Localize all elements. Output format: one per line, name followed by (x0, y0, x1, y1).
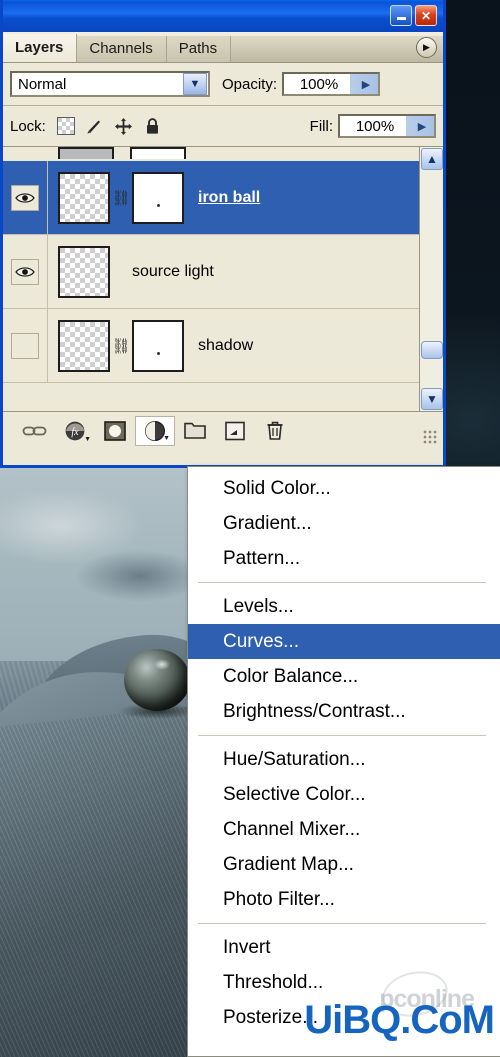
layer-thumbnail[interactable] (58, 171, 110, 224)
menu-item-selective-color[interactable]: Selective Color... (188, 777, 500, 812)
menu-item-photo-filter[interactable]: Photo Filter... (188, 882, 500, 917)
scrollbar-thumb[interactable] (421, 341, 443, 359)
layers-palette-window: ✕ Layers Channels Paths ▶ Normal ▼ Opaci… (0, 0, 446, 468)
eye-icon[interactable] (11, 184, 39, 211)
new-layer-button[interactable] (215, 416, 255, 446)
chevron-down-icon[interactable]: ▼ (183, 73, 207, 95)
layer-mask-thumbnail[interactable] (132, 319, 184, 372)
lock-row: Lock: Fill: 100% ▶ (3, 106, 443, 147)
partial-thumbnail (58, 147, 114, 159)
menu-item-invert[interactable]: Invert (188, 930, 500, 965)
opacity-field[interactable]: 100% ▶ (282, 72, 381, 96)
mask-link-icon[interactable]: ⛓ (110, 189, 132, 207)
sky-region (0, 466, 187, 661)
ball-specular-highlight (154, 659, 170, 670)
chevron-right-icon[interactable]: ▶ (410, 120, 434, 133)
lock-transparent-pixels-icon[interactable] (55, 115, 77, 137)
menu-separator (198, 735, 486, 736)
table-row[interactable]: ⛓ shadow (3, 308, 443, 383)
layer-visibility-cell[interactable] (3, 234, 48, 309)
tab-strip-filler (231, 36, 443, 62)
sand-ripples (0, 702, 187, 1057)
new-group-folder-button[interactable] (175, 416, 215, 446)
menu-item-brightness-contrast[interactable]: Brightness/Contrast... (188, 694, 500, 729)
menu-item-curves[interactable]: Curves... (188, 624, 500, 659)
layer-thumbnail[interactable] (58, 319, 110, 372)
lock-all-padlock-icon[interactable] (142, 115, 164, 137)
menu-separator (198, 923, 486, 924)
palette-bottom-toolbar: fx ▼ ▼ (3, 412, 443, 449)
dropdown-caret-icon[interactable]: ▼ (84, 436, 91, 443)
layer-visibility-cell[interactable] (3, 160, 48, 235)
layer-mask-thumbnail[interactable] (132, 171, 184, 224)
svg-text:fx: fx (71, 427, 79, 438)
chevron-right-icon[interactable]: ▶ (354, 78, 378, 91)
table-row[interactable]: source light (3, 234, 443, 309)
layer-style-fx-button[interactable]: fx ▼ (55, 416, 95, 446)
menu-item-pattern[interactable]: Pattern... (188, 541, 500, 576)
tab-channels[interactable]: Channels (77, 36, 167, 62)
close-button[interactable]: ✕ (415, 5, 437, 26)
menu-item-gradient[interactable]: Gradient... (188, 506, 500, 541)
layer-list[interactable]: ⛓ iron ball source light ⛓ shadow ▲ ▼ (3, 147, 443, 412)
layer-name[interactable]: iron ball (198, 189, 260, 207)
eye-icon-hidden[interactable] (11, 332, 39, 359)
menu-separator (198, 582, 486, 583)
document-canvas-photo (0, 466, 187, 1057)
vertical-scrollbar[interactable]: ▲ ▼ (419, 147, 443, 411)
layer-name[interactable]: source light (132, 263, 214, 281)
scroll-up-arrow-icon[interactable]: ▲ (421, 148, 443, 170)
opacity-value: 100% (299, 75, 339, 93)
lock-image-pixels-brush-icon[interactable] (84, 115, 106, 137)
delete-layer-trash-button[interactable] (255, 416, 295, 446)
watermark-primary: UiBQ.CoM (304, 998, 495, 1042)
partial-mask-thumbnail (130, 147, 186, 159)
palette-tabs: Layers Channels Paths ▶ (3, 32, 443, 63)
adjustment-layer-context-menu: Solid Color... Gradient... Pattern... Le… (187, 466, 500, 1057)
fill-label: Fill: (309, 117, 333, 135)
tab-layers[interactable]: Layers (3, 34, 78, 62)
menu-item-hue-saturation[interactable]: Hue/Saturation... (188, 742, 500, 777)
partial-layer-row-above (3, 147, 443, 162)
scroll-down-arrow-icon[interactable]: ▼ (421, 388, 443, 410)
dropdown-caret-icon[interactable]: ▼ (163, 435, 170, 442)
lock-position-move-icon[interactable] (113, 115, 135, 137)
new-adjustment-layer-button[interactable]: ▼ (135, 415, 175, 446)
fill-field[interactable]: 100% ▶ (338, 114, 436, 138)
fill-value: 100% (355, 117, 395, 135)
window-titlebar: ✕ (3, 0, 443, 32)
blend-mode-select[interactable]: Normal ▼ (10, 71, 210, 97)
menu-item-channel-mixer[interactable]: Channel Mixer... (188, 812, 500, 847)
tab-paths[interactable]: Paths (166, 36, 232, 62)
eye-icon[interactable] (11, 258, 39, 285)
menu-item-solid-color[interactable]: Solid Color... (188, 471, 500, 506)
link-layers-button[interactable] (15, 416, 55, 446)
mask-link-icon[interactable]: ⛓ (110, 337, 132, 355)
lock-label: Lock: (10, 117, 46, 135)
blend-mode-row: Normal ▼ Opacity: 100% ▶ (3, 63, 443, 106)
palette-menu-arrow-icon[interactable]: ▶ (416, 37, 437, 58)
minimize-button[interactable] (390, 5, 412, 26)
opacity-label: Opacity: (222, 75, 278, 93)
layer-thumbnail[interactable] (58, 245, 110, 298)
resize-grip[interactable] (423, 430, 437, 444)
iron-ball-object (124, 649, 187, 711)
layer-visibility-cell[interactable] (3, 308, 48, 383)
menu-item-levels[interactable]: Levels... (188, 589, 500, 624)
menu-item-gradient-map[interactable]: Gradient Map... (188, 847, 500, 882)
add-layer-mask-button[interactable] (95, 416, 135, 446)
table-row[interactable]: ⛓ iron ball (3, 160, 443, 235)
blend-mode-value: Normal (18, 75, 67, 93)
layer-name[interactable]: shadow (198, 337, 253, 355)
menu-item-color-balance[interactable]: Color Balance... (188, 659, 500, 694)
